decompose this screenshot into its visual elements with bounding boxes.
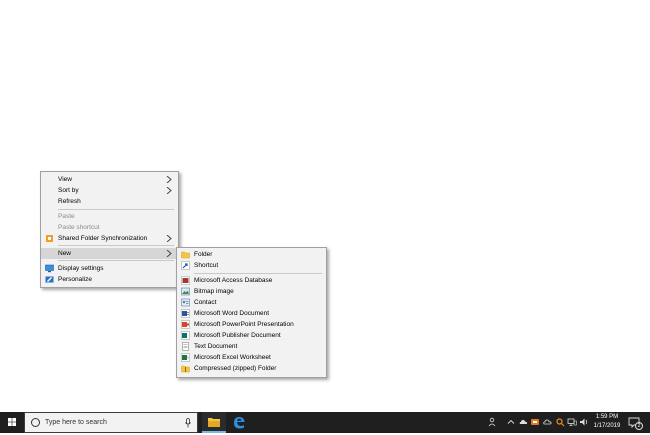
clock-date: 1/17/2019 — [593, 423, 621, 429]
submenu-item-access-database[interactable]: Microsoft Access Database — [177, 275, 326, 286]
volume-icon[interactable] — [579, 417, 589, 427]
submenu-item-shortcut[interactable]: Shortcut — [177, 260, 326, 271]
menu-item-sort-by[interactable]: Sort by — [41, 185, 178, 196]
submenu-item-folder[interactable]: Folder — [177, 249, 326, 260]
menu-item-paste[interactable]: Paste — [41, 211, 178, 222]
submenu-item-text-document[interactable]: Text Document — [177, 341, 326, 352]
folder-icon — [181, 251, 190, 259]
submenu-item-label: Text Document — [194, 343, 238, 350]
menu-separator — [58, 245, 174, 246]
taskbar-clock[interactable]: 1:59 PM 1/17/2019 — [590, 413, 624, 431]
submenu-item-excel[interactable]: Microsoft Excel Worksheet — [177, 352, 326, 363]
search-placeholder: Type here to search — [45, 419, 107, 426]
personalize-icon — [45, 276, 54, 283]
chevron-right-icon — [166, 250, 172, 257]
windows-start-icon[interactable] — [0, 412, 24, 433]
submenu-item-label: Contact — [194, 299, 217, 306]
menu-item-label: View — [58, 176, 72, 183]
menu-item-label: Sort by — [58, 187, 79, 194]
network-icon[interactable] — [567, 417, 577, 427]
submenu-item-label: Microsoft Excel Worksheet — [194, 354, 271, 361]
menu-item-personalize[interactable]: Personalize — [41, 274, 178, 285]
taskbar-edge[interactable] — [227, 412, 251, 433]
zip-folder-icon — [181, 365, 190, 373]
menu-item-label: New — [58, 250, 72, 257]
menu-item-view[interactable]: View — [41, 174, 178, 185]
bitmap-icon — [181, 287, 190, 296]
onedrive-icon[interactable] — [518, 417, 528, 427]
sync-tray-icon[interactable] — [530, 417, 540, 427]
sync-icon — [46, 235, 53, 242]
text-document-icon — [182, 342, 189, 351]
menu-item-label: Shared Folder Synchronization — [58, 235, 148, 242]
submenu-item-label: Compressed (zipped) Folder — [194, 365, 277, 372]
submenu-item-label: Folder — [194, 251, 213, 258]
menu-item-label: Display settings — [58, 265, 104, 272]
chevron-right-icon — [166, 187, 172, 194]
word-icon — [181, 309, 190, 318]
menu-separator — [58, 209, 174, 210]
people-icon[interactable] — [488, 417, 498, 427]
menu-item-label: Refresh — [58, 198, 81, 205]
cloud-tray-icon[interactable] — [542, 417, 552, 427]
menu-separator — [58, 260, 174, 261]
shortcut-icon — [181, 261, 190, 270]
access-icon — [181, 276, 190, 285]
menu-separator — [194, 273, 322, 274]
clock-time: 1:59 PM — [595, 414, 619, 420]
cortana-icon — [31, 418, 40, 427]
desktop-context-menu: View Sort by Refresh Paste Paste shortcu… — [40, 171, 179, 288]
notification-count-badge: 2 — [635, 422, 643, 430]
taskbar-file-explorer[interactable] — [202, 412, 226, 433]
menu-item-display-settings[interactable]: Display settings — [41, 263, 178, 274]
submenu-item-label: Microsoft Access Database — [194, 277, 273, 284]
submenu-item-powerpoint[interactable]: Microsoft PowerPoint Presentation — [177, 319, 326, 330]
submenu-item-bitmap[interactable]: Bitmap image — [177, 286, 326, 297]
submenu-item-label: Microsoft Publisher Document — [194, 332, 281, 339]
menu-item-label: Paste — [58, 213, 75, 220]
microphone-icon[interactable] — [185, 418, 191, 428]
submenu-item-label: Shortcut — [194, 262, 219, 269]
file-explorer-icon — [208, 418, 220, 427]
submenu-item-label: Microsoft Word Document — [194, 310, 270, 317]
publisher-icon — [181, 331, 190, 340]
chevron-up-icon[interactable] — [506, 417, 516, 427]
menu-item-paste-shortcut[interactable]: Paste shortcut — [41, 222, 178, 233]
taskbar: Type here to search 1:59 PM 1/17/2019 2 — [0, 412, 650, 433]
display-settings-icon — [45, 264, 54, 273]
submenu-item-zip-folder[interactable]: Compressed (zipped) Folder — [177, 363, 326, 374]
menu-item-new[interactable]: New — [41, 248, 178, 259]
chevron-right-icon — [166, 235, 172, 242]
menu-item-label: Personalize — [58, 276, 92, 283]
chevron-right-icon — [166, 176, 172, 183]
new-submenu: Folder Shortcut Microsoft Access Databas… — [176, 247, 327, 378]
search-tray-icon[interactable] — [555, 417, 565, 427]
contact-icon — [181, 298, 190, 307]
powerpoint-icon — [181, 320, 190, 329]
menu-item-shared-folder-sync[interactable]: Shared Folder Synchronization — [41, 233, 178, 244]
submenu-item-publisher[interactable]: Microsoft Publisher Document — [177, 330, 326, 341]
excel-icon — [181, 353, 190, 362]
edge-browser-icon — [234, 417, 245, 429]
menu-item-label: Paste shortcut — [58, 224, 100, 231]
taskbar-search-box[interactable]: Type here to search — [24, 412, 198, 433]
submenu-item-label: Bitmap image — [194, 288, 234, 295]
action-center-button[interactable]: 2 — [628, 417, 643, 430]
submenu-item-word-document[interactable]: Microsoft Word Document — [177, 308, 326, 319]
submenu-item-label: Microsoft PowerPoint Presentation — [194, 321, 294, 328]
submenu-item-contact[interactable]: Contact — [177, 297, 326, 308]
menu-item-refresh[interactable]: Refresh — [41, 196, 178, 207]
